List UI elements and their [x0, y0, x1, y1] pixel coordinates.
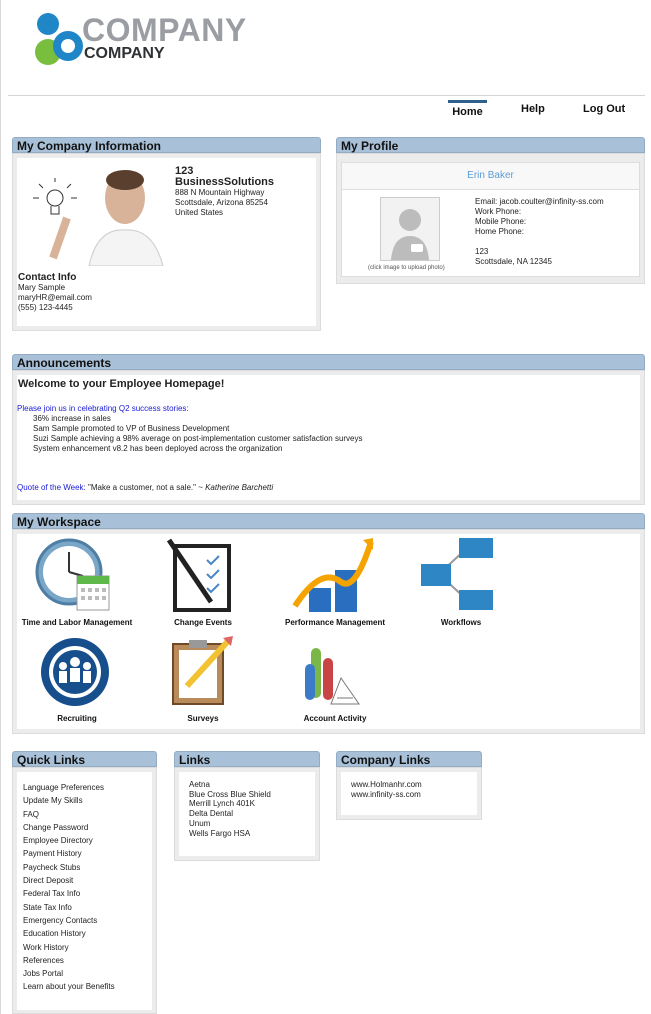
- quick-link[interactable]: Federal Tax Info: [23, 887, 152, 900]
- profile-home-phone: Home Phone:: [475, 227, 524, 236]
- company-info-header: My Company Information: [12, 137, 321, 153]
- company-links-header: Company Links: [336, 751, 482, 767]
- links-panel: Aetna Blue Cross Blue Shield Merrill Lyn…: [174, 767, 320, 861]
- company-country: United States: [175, 208, 224, 217]
- profile-photo[interactable]: [380, 197, 440, 261]
- quick-link[interactable]: Work History: [23, 941, 152, 954]
- profile-address-1: 123: [475, 247, 489, 256]
- quote-author: Katherine Barchetti: [205, 483, 274, 492]
- announcement-heading: Welcome to your Employee Homepage!: [18, 378, 225, 390]
- clipboard-pencil-icon: [172, 636, 233, 705]
- header-divider: [8, 95, 645, 96]
- clipboard-checklist-icon: [167, 538, 231, 612]
- links-header: Links: [174, 751, 320, 767]
- quote-text: "Make a customer, not a sale." ~: [88, 483, 206, 492]
- announcement-intro: Please join us in celebrating Q2 success…: [17, 404, 189, 413]
- contact-name: Mary Sample: [18, 283, 66, 292]
- quick-link[interactable]: References: [23, 954, 152, 967]
- company-name: BusinessSolutions: [175, 176, 275, 188]
- quick-links-header: Quick Links: [12, 751, 157, 767]
- workspace-performance[interactable]: Performance Management: [271, 534, 399, 627]
- workspace-recruiting[interactable]: Recruiting: [17, 634, 137, 726]
- workflow-diagram-icon: [421, 538, 493, 610]
- quick-link[interactable]: FAQ: [23, 808, 152, 821]
- quick-link[interactable]: Direct Deposit: [23, 874, 152, 887]
- bar-chart-arrow-icon: [292, 538, 374, 612]
- workspace-label: Recruiting: [57, 714, 97, 723]
- nav-logout[interactable]: Log Out: [583, 103, 625, 115]
- quick-link[interactable]: Change Password: [23, 821, 152, 834]
- quick-link[interactable]: Learn about your Benefits: [23, 980, 152, 993]
- profile-mobile-phone: Mobile Phone:: [475, 217, 527, 226]
- announcements-header: Announcements: [12, 354, 645, 370]
- workspace-label: Workflows: [440, 618, 482, 627]
- benefit-link[interactable]: Blue Cross Blue Shield: [189, 790, 315, 800]
- benefit-link[interactable]: Aetna: [189, 780, 315, 790]
- contact-email[interactable]: maryHR@email.com: [18, 293, 92, 303]
- company-address-2: Scottsdale, Arizona 85254: [175, 198, 268, 207]
- logo-text-1: COMPANY: [82, 12, 247, 48]
- profile-work-phone: Work Phone:: [475, 207, 522, 216]
- company-photo: [17, 158, 165, 267]
- contact-phone: (555) 123-4445: [18, 303, 73, 312]
- workspace-surveys[interactable]: Surveys: [143, 634, 263, 726]
- workspace-label: Performance Management: [284, 618, 386, 627]
- quick-links-panel: Language Preferences Update My Skills FA…: [12, 767, 157, 1014]
- workspace-label: Account Activity: [303, 714, 367, 723]
- workspace-label: Time and Labor Management: [21, 618, 133, 627]
- benefit-link[interactable]: Merrill Lynch 401K: [189, 799, 315, 809]
- company-link[interactable]: www.Holmanhr.com: [351, 780, 477, 790]
- quick-link[interactable]: Jobs Portal: [23, 967, 152, 980]
- announcements-panel: Welcome to your Employee Homepage! Pleas…: [12, 370, 645, 505]
- company-logo[interactable]: COMPANY COMPANY: [28, 10, 246, 66]
- workspace-label: Change Events: [174, 618, 232, 627]
- clock-calendar-icon: [35, 538, 110, 611]
- workspace-time-labor[interactable]: Time and Labor Management: [17, 534, 137, 627]
- workspace-account-activity[interactable]: Account Activity: [271, 634, 399, 726]
- workspace-label: Surveys: [187, 714, 219, 723]
- benefit-link[interactable]: Wells Fargo HSA: [189, 829, 315, 839]
- benefit-link[interactable]: Unum: [189, 819, 315, 829]
- quick-link[interactable]: Update My Skills: [23, 794, 152, 807]
- nav-help[interactable]: Help: [521, 103, 545, 115]
- nav-home[interactable]: Home: [448, 100, 487, 118]
- pie-chart-icon: [305, 648, 360, 705]
- logo-text-2: COMPANY: [84, 45, 165, 62]
- announcement-item: Sam Sample promoted to VP of Business De…: [33, 424, 230, 433]
- company-links-panel: www.Holmanhr.com www.infinity-ss.com: [336, 767, 482, 820]
- people-group-icon: [41, 638, 109, 706]
- company-address-1: 888 N Mountain Highway: [175, 188, 265, 197]
- quick-link[interactable]: State Tax Info: [23, 901, 152, 914]
- announcement-item: Suzi Sample achieving a 98% average on p…: [33, 434, 363, 443]
- workspace-workflows[interactable]: Workflows: [401, 534, 521, 627]
- upload-photo-hint[interactable]: (click image to upload photo): [368, 263, 445, 273]
- profile-panel: Erin Baker (click image to upload photo)…: [336, 153, 645, 284]
- workspace-change-events[interactable]: Change Events: [143, 534, 263, 627]
- company-link[interactable]: www.infinity-ss.com: [351, 790, 477, 800]
- workspace-header: My Workspace: [12, 513, 645, 529]
- quick-link[interactable]: Education History: [23, 927, 152, 940]
- profile-email: Email: jacob.coulter@infinity-ss.com: [475, 197, 604, 206]
- quote-label: Quote of the Week:: [17, 483, 86, 492]
- profile-header: My Profile: [336, 137, 645, 153]
- contact-info-title: Contact Info: [18, 272, 77, 283]
- profile-address-2: Scottsdale, NA 12345: [475, 257, 552, 266]
- logo-mark-icon: [35, 13, 83, 65]
- quick-link[interactable]: Paycheck Stubs: [23, 861, 152, 874]
- company-info-panel: 123 BusinessSolutions 888 N Mountain Hig…: [12, 153, 321, 331]
- quick-link[interactable]: Employee Directory: [23, 834, 152, 847]
- profile-name: Erin Baker: [342, 163, 639, 190]
- announcement-item: 36% increase in sales: [33, 414, 111, 423]
- quick-link[interactable]: Language Preferences: [23, 781, 152, 794]
- announcement-item: System enhancement v8.2 has been deploye…: [33, 444, 283, 453]
- avatar-placeholder-icon: [391, 209, 429, 260]
- quick-link[interactable]: Emergency Contacts: [23, 914, 152, 927]
- benefit-link[interactable]: Delta Dental: [189, 809, 315, 819]
- workspace-panel: Time and Labor Management Change Events …: [12, 529, 645, 734]
- quick-link[interactable]: Payment History: [23, 847, 152, 860]
